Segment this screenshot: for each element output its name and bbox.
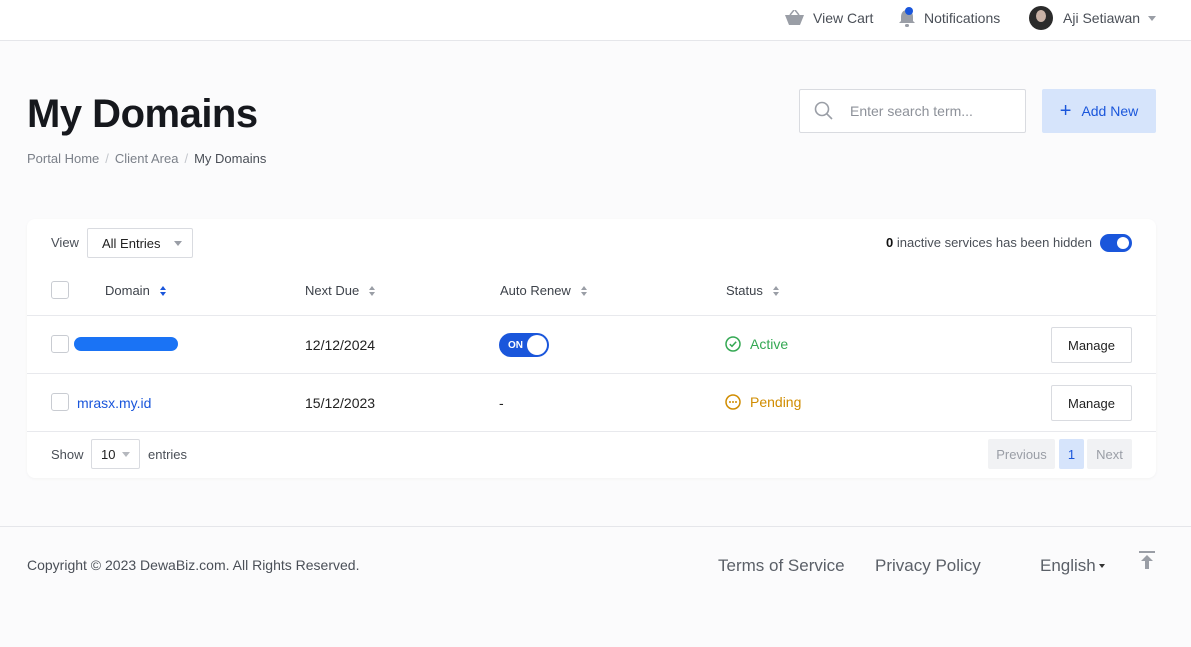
status-badge: Active xyxy=(725,336,788,352)
footer-divider xyxy=(0,526,1191,527)
manage-button[interactable]: Manage xyxy=(1051,385,1132,421)
search-icon xyxy=(814,101,833,120)
view-cart-link[interactable]: View Cart xyxy=(784,0,873,36)
row-divider xyxy=(27,373,1156,374)
breadcrumb-current: My Domains xyxy=(194,151,267,166)
basket-icon xyxy=(785,10,804,25)
column-label: Domain xyxy=(105,283,150,298)
sort-icon xyxy=(772,285,779,296)
column-header-domain[interactable]: Domain xyxy=(105,283,166,298)
language-label: English xyxy=(1040,556,1096,575)
page-length-select[interactable]: 10 xyxy=(91,439,140,469)
sort-icon xyxy=(580,285,587,296)
arrow-up-to-top-icon xyxy=(1139,551,1155,569)
search-box[interactable] xyxy=(799,89,1026,133)
pagination-next[interactable]: Next xyxy=(1087,439,1132,469)
row-divider xyxy=(27,315,1156,316)
column-header-auto-renew[interactable]: Auto Renew xyxy=(500,283,587,298)
chevron-down-icon xyxy=(122,452,130,457)
terms-link[interactable]: Terms of Service xyxy=(718,556,845,576)
toggle-label: ON xyxy=(508,339,523,351)
next-due-date: 15/12/2023 xyxy=(305,395,376,411)
hide-inactive-toggle[interactable] xyxy=(1100,234,1132,252)
row-divider xyxy=(27,431,1156,432)
view-cart-label: View Cart xyxy=(813,10,874,26)
add-new-button[interactable]: + Add New xyxy=(1042,89,1156,133)
domains-table-card: View All Entries 0 inactive services has… xyxy=(27,219,1156,478)
breadcrumb: Portal Home / Client Area / My Domains xyxy=(27,151,266,166)
pagination-previous[interactable]: Previous xyxy=(988,439,1055,469)
privacy-link[interactable]: Privacy Policy xyxy=(875,556,981,576)
view-label: View xyxy=(51,235,79,250)
user-name: Aji Setiawan xyxy=(1063,10,1141,26)
column-header-status[interactable]: Status xyxy=(726,283,779,298)
sort-icon xyxy=(369,285,376,296)
notifications-link[interactable]: Notifications xyxy=(898,0,1000,36)
inactive-text: inactive services has been hidden xyxy=(893,235,1092,250)
row-checkbox[interactable] xyxy=(51,335,69,353)
status-text: Active xyxy=(750,336,789,352)
avatar xyxy=(1029,6,1053,30)
column-label: Auto Renew xyxy=(500,283,571,298)
view-filter-select[interactable]: All Entries xyxy=(87,228,193,258)
redacted-domain[interactable] xyxy=(74,337,178,351)
entries-label: entries xyxy=(148,447,188,462)
top-navbar: View Cart Notifications Aji Setiawan xyxy=(0,0,1191,41)
page-length-value: 10 xyxy=(101,446,116,462)
notifications-icon-wrap xyxy=(898,7,924,28)
column-header-next-due[interactable]: Next Due xyxy=(305,283,376,298)
row-checkbox[interactable] xyxy=(51,393,69,411)
pending-circle-icon xyxy=(725,394,741,410)
chevron-down-icon xyxy=(174,241,182,246)
add-new-label: Add New xyxy=(1081,103,1139,119)
breadcrumb-portal-home[interactable]: Portal Home xyxy=(27,151,99,166)
plus-icon: + xyxy=(1059,100,1072,122)
language-selector[interactable]: English xyxy=(1040,556,1105,576)
domain-link[interactable]: mrasx.my.id xyxy=(77,395,151,411)
auto-renew-toggle[interactable]: ON xyxy=(499,333,549,357)
copyright: Copyright © 2023 DewaBiz.com. All Rights… xyxy=(27,557,360,573)
breadcrumb-separator: / xyxy=(184,151,189,166)
status-badge: Pending xyxy=(725,394,801,410)
column-label: Status xyxy=(726,283,763,298)
show-label: Show xyxy=(51,447,84,462)
page-title: My Domains xyxy=(27,92,258,136)
notifications-label: Notifications xyxy=(924,10,1001,26)
select-all-checkbox[interactable] xyxy=(51,281,69,299)
sort-icon xyxy=(159,285,166,296)
breadcrumb-client-area[interactable]: Client Area xyxy=(115,151,179,166)
manage-button[interactable]: Manage xyxy=(1051,327,1132,363)
pagination-page-1[interactable]: 1 xyxy=(1059,439,1084,469)
auto-renew-value: - xyxy=(499,395,504,411)
chevron-down-icon xyxy=(1098,564,1105,568)
column-label: Next Due xyxy=(305,283,360,298)
check-circle-icon xyxy=(725,336,741,352)
notification-badge xyxy=(905,7,913,15)
next-due-date: 12/12/2024 xyxy=(305,337,376,353)
user-menu[interactable]: Aji Setiawan xyxy=(1029,0,1157,36)
breadcrumb-separator: / xyxy=(105,151,109,166)
chevron-down-icon xyxy=(1148,15,1157,21)
inactive-services-note: 0 inactive services has been hidden xyxy=(886,235,1092,250)
status-text: Pending xyxy=(750,394,802,410)
view-filter-value: All Entries xyxy=(102,235,161,251)
search-input[interactable] xyxy=(850,103,1010,119)
back-to-top-button[interactable] xyxy=(1138,550,1156,575)
